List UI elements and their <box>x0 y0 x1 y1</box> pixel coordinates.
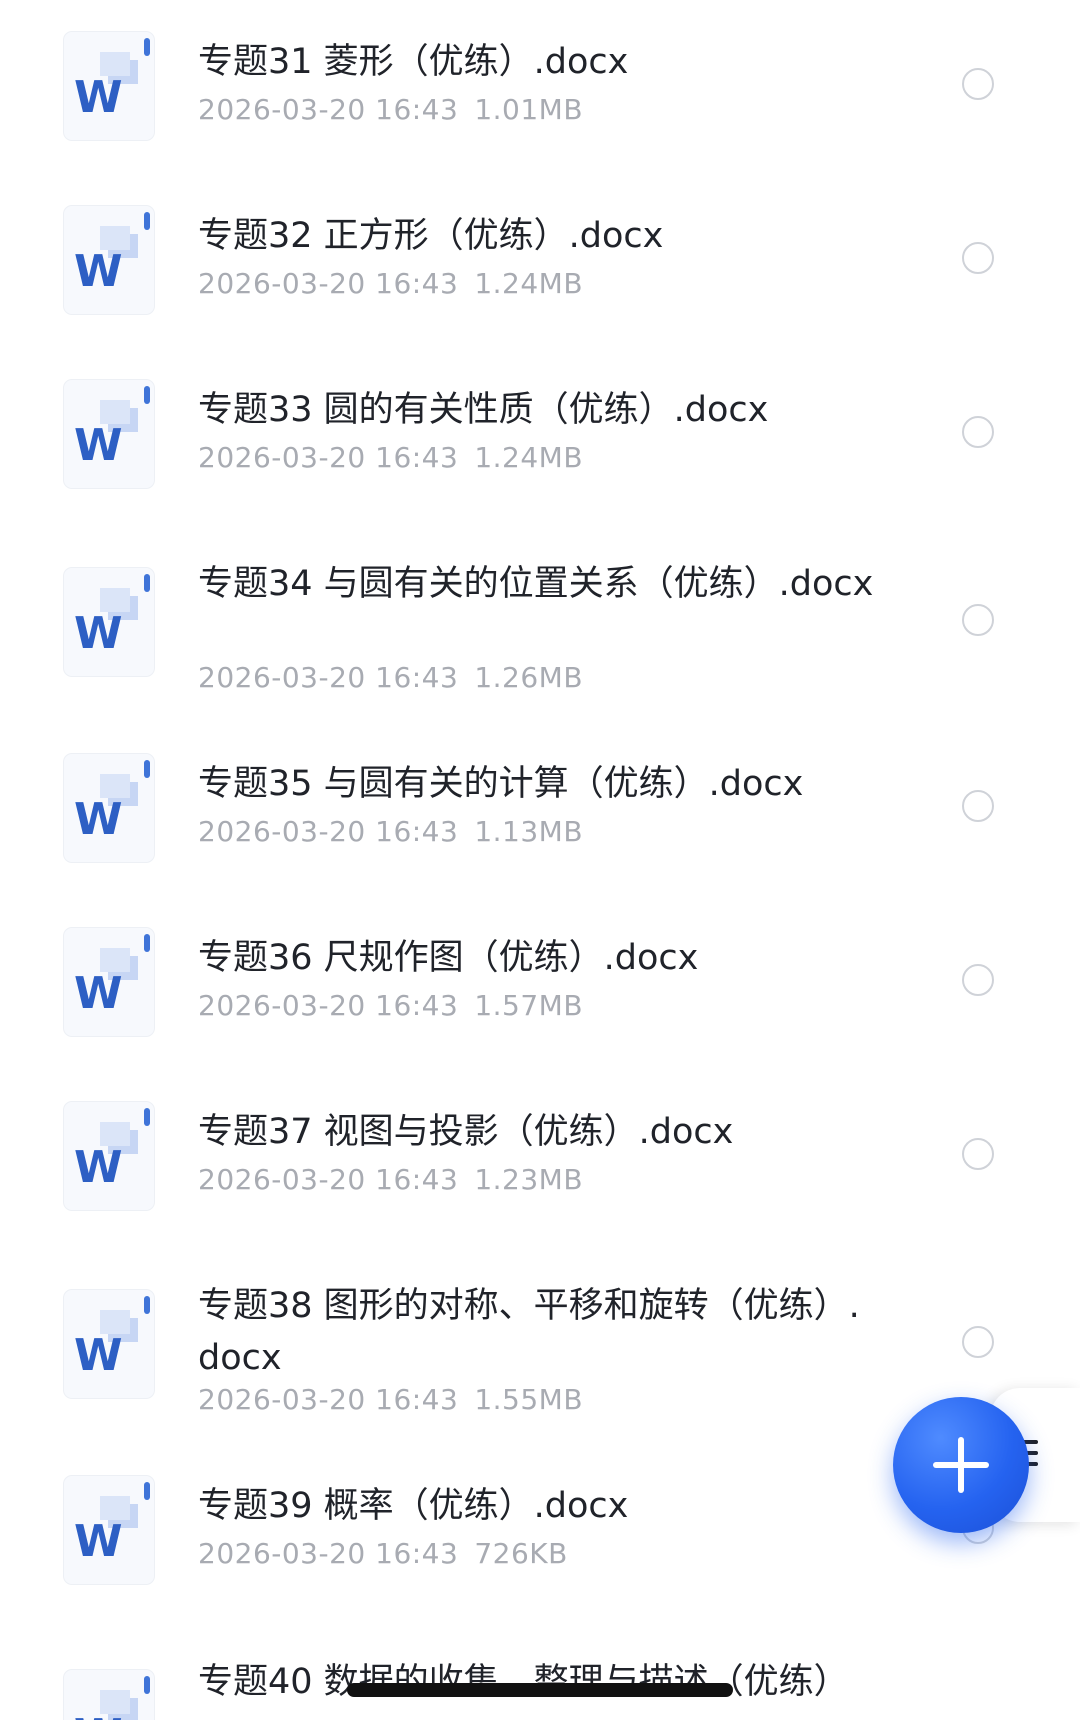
select-radio[interactable] <box>962 964 994 996</box>
file-date: 2026-03-20 16:43 <box>198 1163 459 1196</box>
file-row[interactable]: W 专题32 正方形（优练）.docx 2026-03-20 16:43 1.24M… <box>0 174 1080 348</box>
file-name: 专题35 与圆有关的计算（优练）.docx <box>198 764 804 804</box>
svg-text:W: W <box>74 1330 123 1381</box>
svg-text:W: W <box>74 1710 123 1720</box>
file-name: 专题37 视图与投影（优练）.docx <box>198 1112 734 1152</box>
file-size: 1.01MB <box>474 93 584 126</box>
select-radio[interactable] <box>962 68 994 100</box>
word-doc-icon: W <box>62 1474 156 1586</box>
file-row[interactable]: W 专题36 尺规作图（优练）.docx 2026-03-20 16:43 1.57… <box>0 896 1080 1070</box>
svg-text:W: W <box>74 1142 123 1193</box>
file-list-screen: W 专题31 菱形（优练）.docx 2026-03-20 16:43 1.01MB… <box>0 0 1080 1720</box>
file-name: 专题32 正方形（优练）.docx <box>198 216 664 256</box>
file-name: 专题33 圆的有关性质（优练）.docx <box>198 390 769 430</box>
svg-text:W: W <box>74 968 123 1019</box>
file-size: 1.24MB <box>474 441 584 474</box>
file-meta: 2026-03-20 16:43 1.26MB <box>198 660 583 696</box>
plus-icon <box>933 1437 989 1493</box>
file-meta: 2026-03-20 16:43 1.13MB <box>198 814 583 850</box>
file-date: 2026-03-20 16:43 <box>198 1383 459 1416</box>
file-date: 2026-03-20 16:43 <box>198 989 459 1022</box>
word-doc-icon: W <box>62 30 156 142</box>
svg-text:W: W <box>74 1516 123 1567</box>
word-doc-icon: W <box>62 204 156 316</box>
file-meta: 2026-03-20 16:43 726KB <box>198 1536 568 1572</box>
file-date: 2026-03-20 16:43 <box>198 441 459 474</box>
file-name: 专题39 概率（优练）.docx <box>198 1486 629 1526</box>
file-date: 2026-03-20 16:43 <box>198 267 459 300</box>
file-name: 专题34 与圆有关的位置关系（优练）.docx <box>198 564 874 604</box>
file-name: 专题31 菱形（优练）.docx <box>198 42 629 82</box>
word-doc-icon: W <box>62 926 156 1038</box>
file-meta: 2026-03-20 16:43 1.24MB <box>198 266 583 302</box>
file-row[interactable]: W 专题31 菱形（优练）.docx 2026-03-20 16:43 1.01MB <box>0 0 1080 174</box>
svg-text:W: W <box>74 246 123 297</box>
select-radio[interactable] <box>962 604 994 636</box>
file-row[interactable]: W 专题40 数据的收集、整理与描述（优练） <box>0 1618 1080 1720</box>
select-radio[interactable] <box>962 242 994 274</box>
word-doc-icon: W <box>62 378 156 490</box>
word-doc-icon: W <box>62 1100 156 1212</box>
file-meta: 2026-03-20 16:43 1.23MB <box>198 1162 583 1198</box>
word-doc-icon: W <box>62 566 156 678</box>
svg-text:W: W <box>74 72 123 123</box>
file-meta: 2026-03-20 16:43 1.24MB <box>198 440 583 476</box>
select-radio[interactable] <box>962 1326 994 1358</box>
file-name: 专题40 数据的收集、整理与描述（优练） <box>198 1662 849 1702</box>
select-radio[interactable] <box>962 790 994 822</box>
file-date: 2026-03-20 16:43 <box>198 93 459 126</box>
file-row[interactable]: W 专题35 与圆有关的计算（优练）.docx 2026-03-20 16:43 1… <box>0 722 1080 896</box>
word-doc-icon: W <box>62 1288 156 1400</box>
svg-text:W: W <box>74 420 123 471</box>
home-indicator[interactable] <box>347 1683 733 1697</box>
file-row[interactable]: W 专题33 圆的有关性质（优练）.docx 2026-03-20 16:43 1.… <box>0 348 1080 522</box>
word-doc-icon: W <box>62 752 156 864</box>
file-meta: 2026-03-20 16:43 1.57MB <box>198 988 583 1024</box>
file-row[interactable]: W 专题37 视图与投影（优练）.docx 2026-03-20 16:43 1.2… <box>0 1070 1080 1244</box>
file-size: 1.55MB <box>474 1383 584 1416</box>
file-date: 2026-03-20 16:43 <box>198 1537 459 1570</box>
file-name: 专题36 尺规作图（优练）.docx <box>198 938 699 978</box>
select-radio[interactable] <box>962 1138 994 1170</box>
select-radio[interactable] <box>962 416 994 448</box>
file-meta: 2026-03-20 16:43 1.55MB <box>198 1382 583 1418</box>
add-button[interactable] <box>893 1397 1029 1533</box>
file-size: 1.26MB <box>474 661 584 694</box>
file-row[interactable]: W 专题34 与圆有关的位置关系（优练）.docx 2026-03-20 16:4… <box>0 522 1080 722</box>
file-date: 2026-03-20 16:43 <box>198 661 459 694</box>
svg-text:W: W <box>74 608 123 659</box>
file-size: 1.23MB <box>474 1163 584 1196</box>
file-size: 1.13MB <box>474 815 584 848</box>
file-size: 1.57MB <box>474 989 584 1022</box>
file-date: 2026-03-20 16:43 <box>198 815 459 848</box>
file-name: 专题38 图形的对称、平移和旋转（优练）.docx <box>198 1286 860 1378</box>
file-meta: 2026-03-20 16:43 1.01MB <box>198 92 583 128</box>
file-size: 1.24MB <box>474 267 584 300</box>
file-size: 726KB <box>474 1537 568 1570</box>
word-doc-icon: W <box>62 1668 156 1720</box>
svg-text:W: W <box>74 794 123 845</box>
